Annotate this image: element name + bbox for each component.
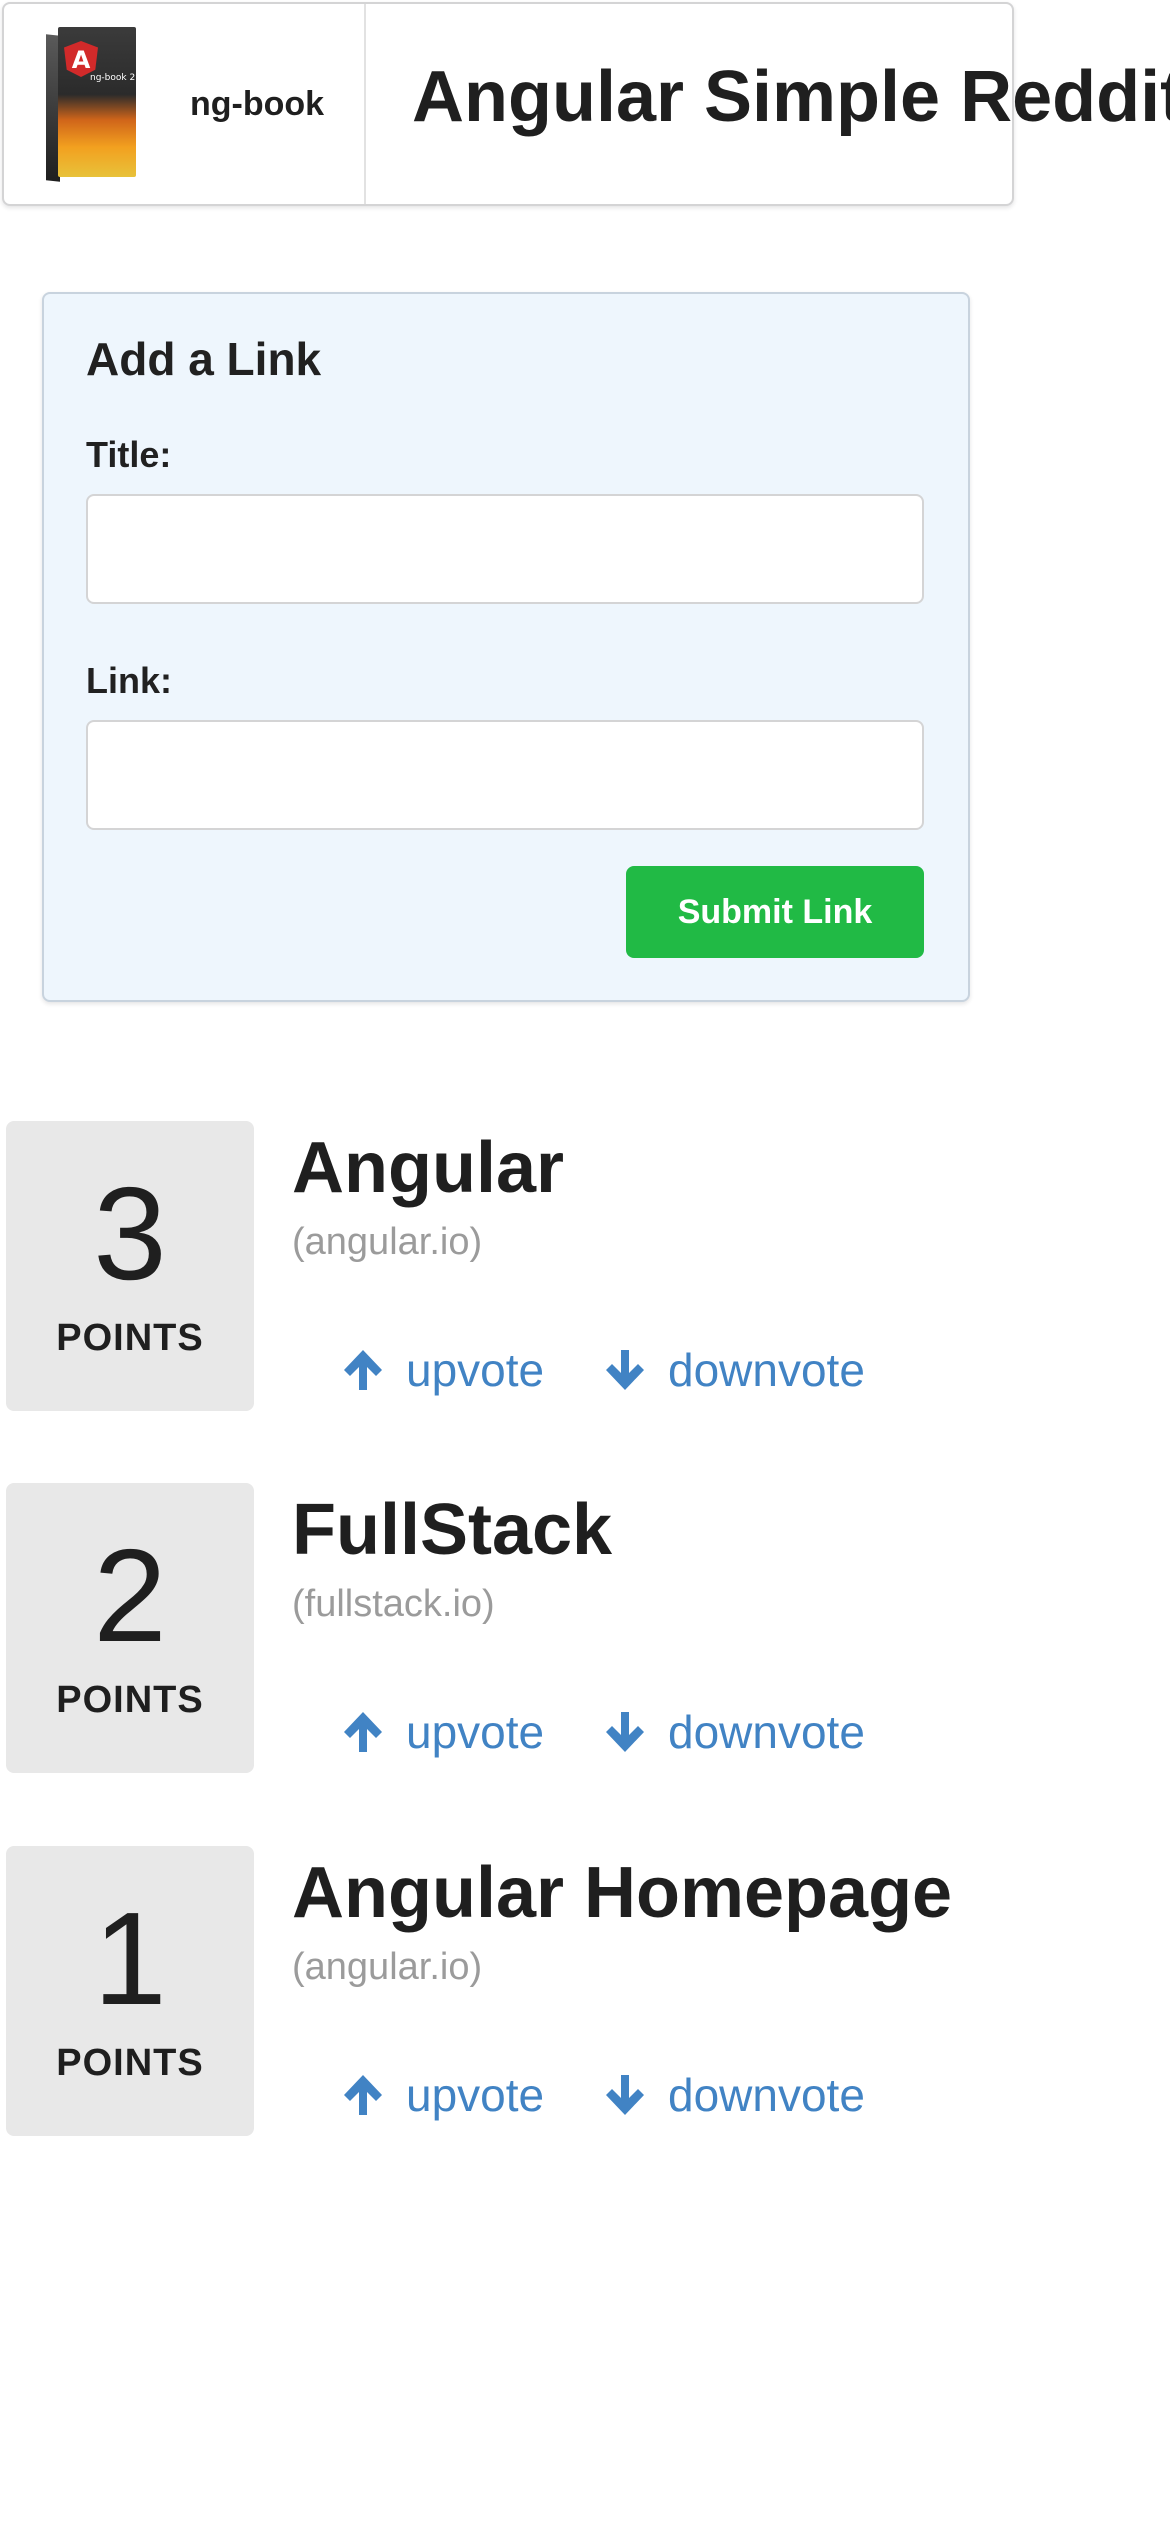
article-domain: (angular.io) (292, 1221, 483, 1263)
downvote-label: downvote (668, 2069, 865, 2121)
votes-label: POINTS (56, 2042, 204, 2084)
article-title[interactable]: Angular (292, 1127, 564, 1209)
article-item: 1 POINTS Angular Homepage (angular.io) u… (6, 1846, 1106, 2136)
page-title: Angular Simple Reddit (412, 57, 1170, 137)
upvote-label: upvote (406, 2069, 545, 2121)
downvote-link[interactable]: downvote (604, 1343, 865, 1397)
upvote-label: upvote (406, 1706, 545, 1758)
app-header: A ng-book 2 ng-book Angular Simple Reddi… (2, 2, 1170, 206)
arrow-down-icon (606, 1712, 644, 1752)
arrow-down-icon (606, 1350, 644, 1390)
book-cover-image: A ng-book 2 (46, 27, 136, 182)
arrow-up-icon (344, 1350, 382, 1390)
form-heading: Add a Link (86, 333, 322, 385)
link-label: Link: (86, 660, 172, 701)
arrow-down-icon (606, 2075, 644, 2115)
upvote-label: upvote (406, 1344, 545, 1396)
book-cover-title: ng-book 2 (90, 73, 136, 83)
brand[interactable]: A ng-book 2 ng-book (4, 4, 366, 204)
downvote-label: downvote (668, 1706, 865, 1758)
downvote-label: downvote (668, 1344, 865, 1396)
title-label: Title: (86, 434, 172, 475)
article-item: 3 POINTS Angular (angular.io) upvote dow… (6, 1121, 1106, 1411)
article-title[interactable]: Angular Homepage (292, 1852, 952, 1934)
link-input[interactable] (86, 720, 924, 830)
article-domain: (fullstack.io) (292, 1583, 495, 1625)
votes-label: POINTS (56, 1317, 204, 1359)
downvote-link[interactable]: downvote (604, 2068, 865, 2122)
upvote-link[interactable]: upvote (342, 1705, 544, 1759)
votes-box: 3 POINTS (6, 1121, 254, 1411)
downvote-link[interactable]: downvote (604, 1705, 865, 1759)
article-item: 2 POINTS FullStack (fullstack.io) upvote… (6, 1483, 1106, 1773)
article-domain: (angular.io) (292, 1946, 483, 1988)
article-title[interactable]: FullStack (292, 1489, 612, 1571)
add-link-form: Add a Link Title: Link: Submit Link (42, 292, 970, 1002)
title-input[interactable] (86, 494, 924, 604)
votes-box: 2 POINTS (6, 1483, 254, 1773)
arrow-up-icon (344, 1712, 382, 1752)
votes-count: 2 (93, 1522, 167, 1669)
brand-name: ng-book (190, 84, 325, 123)
arrow-up-icon (344, 2075, 382, 2115)
votes-count: 1 (93, 1885, 167, 2032)
upvote-link[interactable]: upvote (342, 2068, 544, 2122)
votes-box: 1 POINTS (6, 1846, 254, 2136)
upvote-link[interactable]: upvote (342, 1343, 544, 1397)
submit-link-button[interactable]: Submit Link (626, 866, 924, 958)
votes-label: POINTS (56, 1679, 204, 1721)
votes-count: 3 (93, 1160, 167, 1307)
